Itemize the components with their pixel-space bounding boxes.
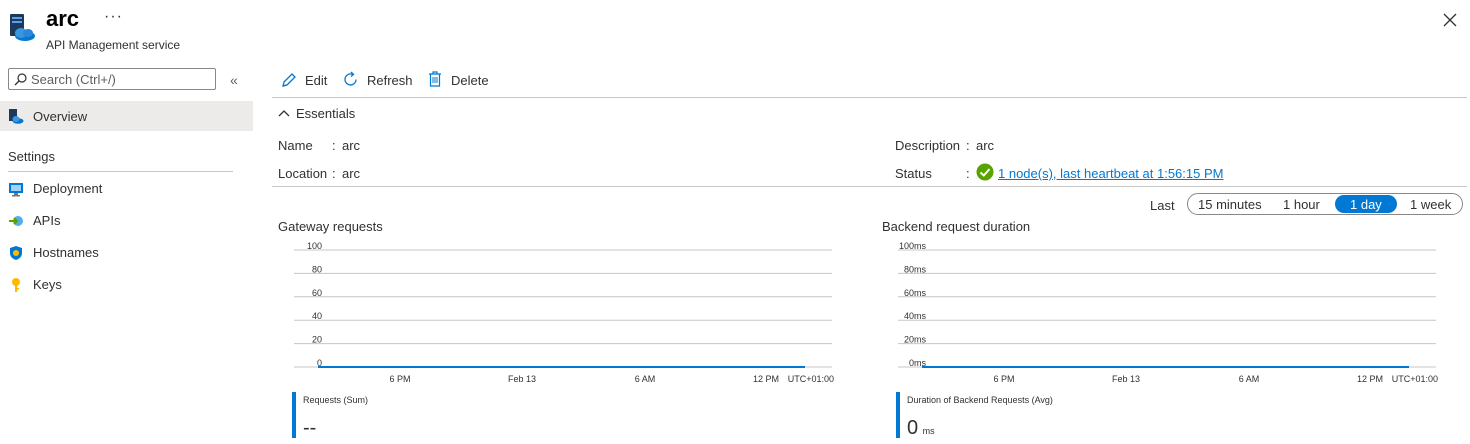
search-input[interactable] [31, 71, 211, 87]
more-options-button[interactable]: ··· [104, 8, 123, 26]
backend-request-duration-chart[interactable]: 100ms80ms60ms40ms20ms0ms6 PM Feb 13 6 AM 12… [882, 240, 1442, 390]
x-tick-label: 12 PM [753, 374, 779, 384]
location-separator: : [332, 166, 336, 181]
description-separator: : [966, 138, 970, 153]
time-range-1-hour[interactable]: 1 hour [1283, 197, 1320, 212]
legend-value: -- [303, 417, 317, 439]
y-tick-label: 20 [312, 335, 322, 345]
x-tick-label: 12 PM [1357, 374, 1383, 384]
sidebar-item-hostnames[interactable]: Hostnames [0, 238, 253, 268]
delete-button[interactable]: Delete [428, 70, 494, 92]
sidebar-item-overview[interactable]: Overview [0, 101, 253, 131]
settings-section-header: Settings [8, 149, 55, 164]
timezone-label: UTC+01:00 [1392, 374, 1438, 384]
description-key: Description [895, 138, 961, 153]
y-tick-label: 80 [312, 264, 322, 274]
legend-unit: ms [922, 426, 935, 436]
time-range-1-week[interactable]: 1 week [1410, 197, 1451, 212]
collapse-sidebar-button[interactable]: « [230, 72, 238, 88]
description-value: arc [976, 138, 995, 153]
location-key: Location [278, 166, 328, 181]
y-tick-label: 60ms [904, 288, 927, 298]
y-tick-label: 80ms [904, 264, 927, 274]
edit-button[interactable]: Edit [281, 70, 331, 92]
sidebar-item-label: Hostnames [33, 245, 99, 260]
name-separator: : [332, 138, 336, 153]
gateway-requests-chart[interactable]: 1008060402006 PM Feb 13 6 AM 12 PM UTC+01:00 [278, 240, 838, 390]
status-heartbeat-link[interactable]: 1 node(s), last heartbeat at 1:56:15 PM [998, 166, 1223, 181]
apis-icon [9, 216, 23, 226]
name-key: Name [278, 138, 313, 153]
page-subtitle: API Management service [46, 38, 181, 52]
legend-value: 0 [907, 417, 919, 439]
x-tick-label: Feb 13 [1112, 374, 1140, 384]
delete-label: Delete [451, 73, 489, 88]
x-tick-label: 6 AM [635, 374, 656, 384]
chevron-up-icon [278, 110, 290, 117]
time-range-label: Last [1150, 198, 1175, 213]
legend-swatch [896, 392, 900, 438]
success-check-icon [976, 163, 994, 181]
close-icon [1443, 13, 1457, 27]
close-button[interactable] [1442, 12, 1458, 28]
essentials-toggle[interactable]: Essentials [278, 105, 358, 123]
sidebar-item-apis[interactable]: APIs [0, 206, 253, 236]
name-value: arc [342, 138, 361, 153]
refresh-label: Refresh [367, 73, 413, 88]
x-tick-label: 6 PM [993, 374, 1014, 384]
sidebar-item-label: Overview [33, 109, 88, 124]
divider [8, 171, 233, 172]
status-separator: : [966, 166, 970, 181]
shield-icon [10, 246, 22, 260]
search-icon [14, 73, 27, 86]
time-range-selector: 15 minutes 1 hour 1 day 1 week [1187, 193, 1463, 215]
essentials-divider [272, 186, 1467, 187]
gateway-requests-title: Gateway requests [278, 219, 383, 234]
x-tick-label: 6 PM [389, 374, 410, 384]
legend-series-name: Duration of Backend Requests (Avg) [907, 395, 1053, 405]
y-tick-label: 60 [312, 288, 322, 298]
essentials-title: Essentials [296, 106, 356, 121]
legend-swatch [292, 392, 296, 438]
time-range-15-minutes[interactable]: 15 minutes [1198, 197, 1262, 212]
trash-icon [429, 71, 441, 87]
sidebar-item-keys[interactable]: Keys [0, 270, 253, 300]
y-tick-label: 100 [307, 241, 322, 251]
page-title: arc [46, 6, 80, 31]
key-icon [12, 278, 20, 292]
search-box[interactable] [8, 68, 216, 90]
refresh-button[interactable]: Refresh [342, 70, 414, 92]
y-tick-label: 20ms [904, 335, 927, 345]
time-range-1-day[interactable]: 1 day [1350, 197, 1382, 212]
deployment-icon [9, 183, 23, 197]
y-tick-label: 40ms [904, 311, 927, 321]
status-key: Status [895, 166, 932, 181]
sidebar-item-label: APIs [33, 213, 61, 228]
sidebar-item-deployment[interactable]: Deployment [0, 174, 253, 204]
sidebar-item-label: Keys [33, 277, 62, 292]
refresh-icon [344, 71, 357, 86]
x-tick-label: Feb 13 [508, 374, 536, 384]
edit-label: Edit [305, 73, 328, 88]
api-management-icon [9, 109, 24, 124]
pencil-icon [282, 73, 296, 87]
location-value: arc [342, 166, 361, 181]
sidebar-item-label: Deployment [33, 181, 103, 196]
legend-value-group: 0 ms [907, 417, 935, 440]
x-tick-label: 6 AM [1239, 374, 1260, 384]
toolbar-divider [272, 97, 1467, 98]
api-management-icon [8, 12, 36, 42]
y-tick-label: 100ms [899, 241, 927, 251]
y-tick-label: 40 [312, 311, 322, 321]
timezone-label: UTC+01:00 [788, 374, 834, 384]
backend-request-duration-title: Backend request duration [882, 219, 1031, 234]
legend-series-name: Requests (Sum) [303, 395, 369, 405]
